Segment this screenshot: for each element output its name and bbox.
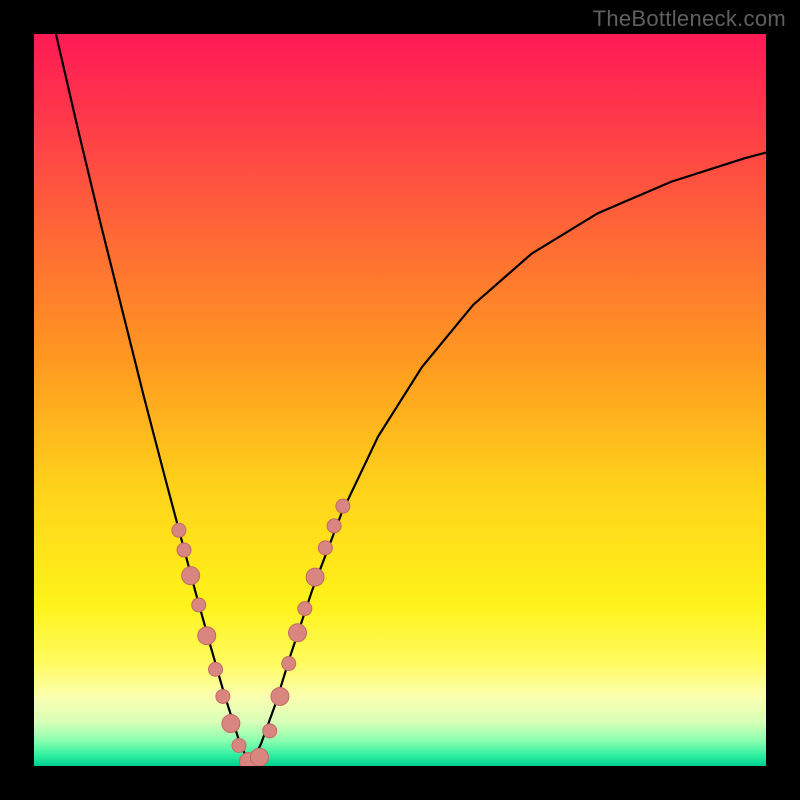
marker-dot: [182, 567, 200, 585]
marker-dot: [177, 543, 191, 557]
marker-dot: [318, 541, 332, 555]
marker-dot: [289, 624, 307, 642]
marker-dot: [222, 715, 240, 733]
marker-dot: [327, 519, 341, 533]
watermark-text: TheBottleneck.com: [593, 6, 786, 32]
marker-dot: [263, 724, 277, 738]
bottleneck-curve: [56, 34, 766, 766]
marker-dot: [172, 523, 186, 537]
marker-dot: [209, 662, 223, 676]
marker-dot: [216, 689, 230, 703]
marker-dot: [271, 687, 289, 705]
curve-markers: [172, 499, 350, 766]
marker-dot: [250, 748, 268, 766]
marker-dot: [192, 598, 206, 612]
marker-dot: [336, 499, 350, 513]
curve-layer: [34, 34, 766, 766]
marker-dot: [306, 568, 324, 586]
marker-dot: [198, 627, 216, 645]
marker-dot: [298, 602, 312, 616]
marker-dot: [282, 657, 296, 671]
chart-frame: TheBottleneck.com: [0, 0, 800, 800]
plot-area: [34, 34, 766, 766]
marker-dot: [232, 739, 246, 753]
